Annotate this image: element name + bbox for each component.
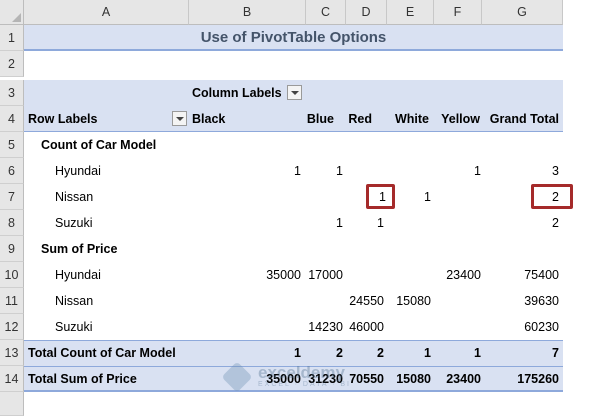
table-cell: 1 (474, 346, 481, 360)
row-header-14[interactable]: 14 (0, 366, 24, 392)
col-label-yellow: Yellow (441, 112, 480, 126)
table-cell: 23400 (446, 268, 481, 282)
row-header-13[interactable]: 13 (0, 340, 24, 366)
table-cell: 175260 (517, 372, 559, 386)
row-header-1[interactable]: 1 (0, 25, 24, 51)
row-header-10[interactable]: 10 (0, 262, 24, 288)
table-cell (306, 184, 343, 210)
row-header-6[interactable]: 6 (0, 158, 24, 184)
col-label-grand-total: Grand Total (489, 112, 559, 126)
table-cell: 75400 (524, 268, 559, 282)
col-header-d[interactable]: D (346, 0, 387, 25)
row-header-5[interactable]: 5 (0, 132, 24, 158)
row-label-hyundai: Hyundai (55, 268, 101, 282)
table-cell (300, 288, 343, 314)
watermark: exceldemy EXCEL · DATA · BI (221, 360, 351, 393)
col-header-e[interactable]: E (387, 0, 434, 25)
table-cell (346, 158, 384, 184)
col-header-a[interactable]: A (24, 0, 189, 25)
table-cell (434, 184, 481, 210)
col-header-c[interactable]: C (306, 0, 346, 25)
table-cell: 1 (424, 346, 431, 360)
col-header-g[interactable]: G (482, 0, 563, 25)
row-label-suzuki: Suzuki (55, 216, 93, 230)
row-header-2[interactable]: 2 (0, 51, 24, 77)
col-label-red: Red (348, 112, 372, 126)
highlight-box-red-nissan (366, 184, 395, 209)
section-sum-of-price: Sum of Price (41, 242, 118, 256)
table-cell (384, 314, 431, 340)
table-cell: 15080 (396, 294, 431, 308)
table-cell (189, 314, 301, 340)
col-label-white: White (394, 112, 429, 126)
row-header-3[interactable]: 3 (0, 80, 24, 106)
table-cell: 1 (294, 164, 301, 178)
watermark-tagline: EXCEL · DATA · BI (258, 381, 351, 388)
table-cell (189, 184, 301, 210)
row-header-11[interactable]: 11 (0, 288, 24, 314)
row-label-nissan: Nissan (55, 294, 94, 308)
table-cell: 39630 (524, 294, 559, 308)
spreadsheet-grid: A B C D E F G 1 2 3 4 5 6 7 8 9 10 11 12… (0, 0, 591, 416)
row-header-12[interactable]: 12 (0, 314, 24, 340)
table-cell: 1 (474, 164, 481, 178)
table-cell (346, 262, 384, 288)
table-cell: 1 (336, 216, 343, 230)
table-cell: 24550 (349, 294, 384, 308)
table-cell (189, 210, 301, 236)
total-count-label: Total Count of Car Model (28, 346, 176, 360)
row-label-nissan: Nissan (55, 190, 94, 204)
highlight-box-grand-total-nissan (531, 184, 573, 209)
row-label-suzuki: Suzuki (55, 320, 93, 334)
row-header-7[interactable]: 7 (0, 184, 24, 210)
table-cell (434, 210, 481, 236)
row-labels-heading: Row Labels (28, 112, 98, 126)
table-cell: 1 (336, 164, 343, 178)
col-header-b[interactable]: B (189, 0, 306, 25)
table-cell (387, 262, 431, 288)
table-cell: 60230 (524, 320, 559, 334)
table-cell: 2 (552, 216, 559, 230)
row-header-15[interactable] (0, 392, 24, 416)
col-label-blue: Blue (306, 112, 334, 126)
row-header-9[interactable]: 9 (0, 236, 24, 262)
table-cell: 46000 (349, 320, 384, 334)
row-labels-filter-dropdown[interactable] (172, 111, 187, 126)
table-cell: 3 (552, 164, 559, 178)
table-cell (434, 314, 481, 340)
table-cell: 23400 (446, 372, 481, 386)
exceldemy-logo-icon (221, 360, 253, 393)
column-labels-heading: Column Labels (192, 86, 282, 100)
table-cell: 15080 (396, 372, 431, 386)
table-cell (189, 288, 301, 314)
table-cell: 35000 (266, 268, 301, 282)
row-label-hyundai: Hyundai (55, 164, 101, 178)
total-price-label: Total Sum of Price (28, 372, 137, 386)
col-label-black: Black (192, 112, 226, 126)
table-cell (434, 288, 481, 314)
watermark-name: exceldemy (258, 363, 345, 382)
table-cell (387, 158, 431, 184)
table-cell (387, 210, 431, 236)
select-all-corner[interactable] (0, 0, 24, 25)
table-cell: 14230 (308, 320, 343, 334)
row-header-4[interactable]: 4 (0, 106, 24, 132)
section-count-of-car-model: Count of Car Model (41, 138, 157, 152)
row-header-8[interactable]: 8 (0, 210, 24, 236)
col-header-f[interactable]: F (434, 0, 482, 25)
column-labels-filter-dropdown[interactable] (287, 85, 302, 100)
table-cell: 2 (377, 346, 384, 360)
table-cell: 17000 (308, 268, 343, 282)
table-cell: 1 (377, 216, 384, 230)
sheet-title: Use of PivotTable Options (24, 25, 563, 51)
table-cell: 7 (552, 346, 559, 360)
